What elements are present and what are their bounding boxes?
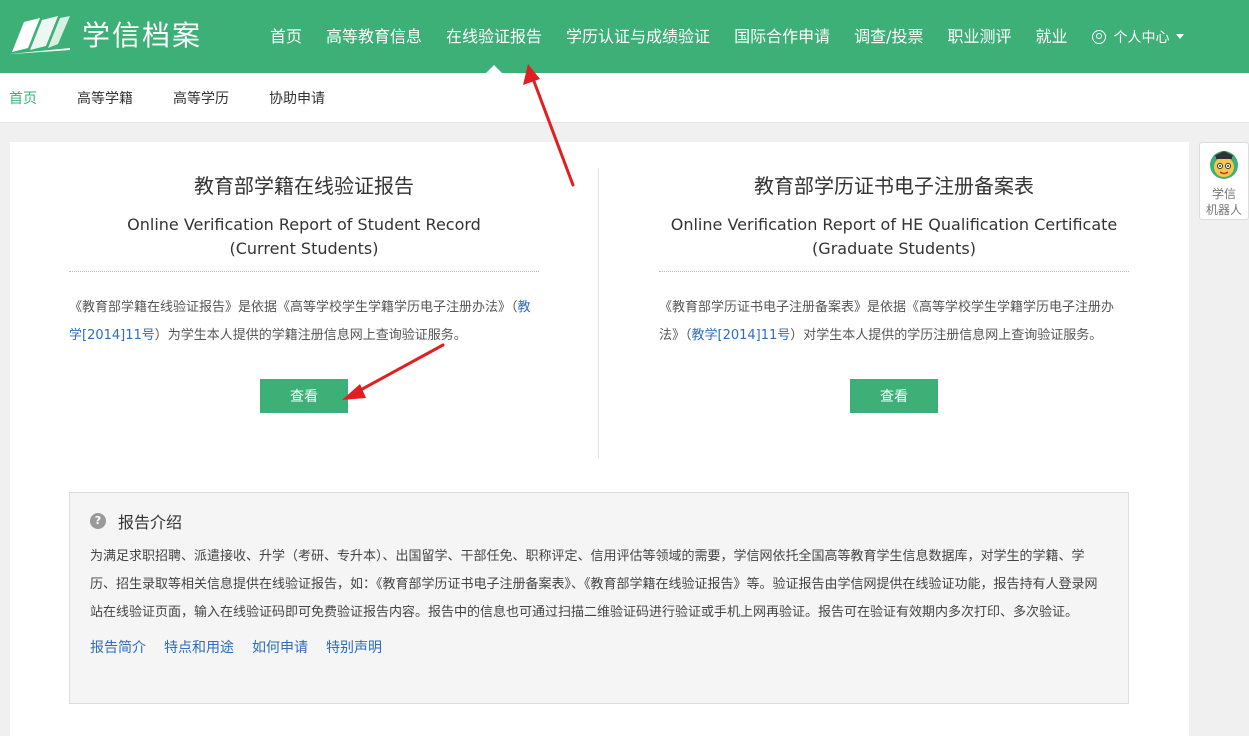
link-how-to-apply[interactable]: 如何申请 [252, 637, 308, 657]
student-desc-text-1: 《教育部学籍在线验证报告》是依据《高等学校学生学籍学历电子注册办法》（ [69, 300, 518, 315]
user-center-label: 个人中心 [1113, 29, 1170, 46]
user-icon [1091, 29, 1106, 44]
logo-text: 学信档案 [82, 19, 203, 52]
user-center-menu[interactable]: 个人中心 [1080, 27, 1184, 47]
nav-item-survey-vote[interactable]: 调查/投票 [842, 0, 935, 73]
sub-navbar: 首页 高等学籍 高等学历 协助申请 [0, 73, 1249, 123]
intro-header: ? 报告介绍 [90, 509, 1108, 533]
graduate-certificate-report-panel: 教育部学历证书电子注册备案表 Online Verification Repor… [659, 142, 1129, 413]
chat-robot-widget[interactable]: 学信 机器人 [1199, 142, 1249, 220]
robot-label-line2: 机器人 [1205, 203, 1242, 217]
graduate-report-title: 教育部学历证书电子注册备案表 [754, 174, 1034, 198]
column-divider [598, 168, 599, 458]
subnav-item-assist-apply[interactable]: 协助申请 [269, 88, 325, 108]
link-features-usage[interactable]: 特点和用途 [164, 637, 234, 657]
report-intro-box: ? 报告介绍 为满足求职招聘、派遣接收、升学（考研、专升本）、出国留学、干部任免… [69, 492, 1129, 704]
link-report-overview[interactable]: 报告简介 [90, 637, 146, 657]
nav-item-international-cooperation[interactable]: 国际合作申请 [722, 0, 842, 73]
graduate-report-en-line1: Online Verification Report of HE Qualifi… [670, 215, 1118, 234]
nav-item-degree-certification[interactable]: 学历认证与成绩验证 [554, 0, 722, 73]
logo-book-icon [10, 16, 70, 54]
subnav-item-student-record[interactable]: 高等学籍 [77, 88, 133, 108]
chevron-down-icon [1175, 34, 1184, 39]
dotted-divider [69, 271, 539, 272]
main-card: 教育部学籍在线验证报告 Online Verification Report o… [10, 142, 1189, 736]
graduate-regulation-link[interactable]: 教学[2014]11号 [692, 328, 791, 343]
robot-label-line1: 学信 [1211, 187, 1236, 201]
main-nav: 首页 高等教育信息 在线验证报告 学历认证与成绩验证 国际合作申请 调查/投票 … [258, 0, 1184, 73]
subnav-item-degree[interactable]: 高等学历 [173, 88, 229, 108]
nav-item-employment[interactable]: 就业 [1024, 0, 1080, 73]
top-navbar: 学信档案 首页 高等教育信息 在线验证报告 学历认证与成绩验证 国际合作申请 调… [0, 0, 1249, 73]
link-special-statement[interactable]: 特别声明 [326, 637, 382, 657]
nav-item-online-verification-report[interactable]: 在线验证报告 [434, 0, 554, 73]
student-record-report-panel: 教育部学籍在线验证报告 Online Verification Report o… [69, 142, 539, 413]
nav-item-career-assessment[interactable]: 职业测评 [935, 0, 1023, 73]
student-report-en-line2: (Current Students) [229, 239, 379, 258]
graduate-report-subtitle: Online Verification Report of HE Qualifi… [659, 213, 1129, 261]
nav-item-higher-education-info[interactable]: 高等教育信息 [314, 0, 434, 73]
student-desc-text-2: ）为学生本人提供的学籍注册信息网上查询验证服务。 [154, 328, 467, 343]
subnav-item-home[interactable]: 首页 [9, 88, 37, 108]
student-report-subtitle: Online Verification Report of Student Re… [69, 213, 539, 261]
intro-title: 报告介绍 [118, 513, 183, 532]
graduate-report-en-line2: (Graduate Students) [812, 239, 976, 258]
intro-body: 为满足求职招聘、派遣接收、升学（考研、专升本）、出国留学、干部任免、职称评定、信… [90, 549, 1098, 620]
graduate-report-description: 《教育部学历证书电子注册备案表》是依据《高等学校学生学籍学历电子注册办法》（教学… [659, 294, 1129, 350]
robot-avatar-icon [1210, 151, 1238, 179]
site-logo[interactable]: 学信档案 [10, 14, 202, 54]
intro-links: 报告简介 特点和用途 如何申请 特别声明 [90, 637, 1108, 657]
student-report-description: 《教育部学籍在线验证报告》是依据《高等学校学生学籍学历电子注册办法》（教学[20… [69, 294, 539, 350]
student-report-en-line1: Online Verification Report of Student Re… [127, 215, 481, 234]
student-report-view-button[interactable]: 查看 [260, 379, 348, 413]
graduate-desc-text-2: ）对学生本人提供的学历注册信息网上查询验证服务。 [790, 328, 1103, 343]
dotted-divider [659, 271, 1129, 272]
graduate-report-view-button[interactable]: 查看 [850, 379, 938, 413]
nav-item-home[interactable]: 首页 [258, 0, 314, 73]
student-report-title: 教育部学籍在线验证报告 [194, 174, 414, 198]
question-icon: ? [90, 513, 106, 529]
